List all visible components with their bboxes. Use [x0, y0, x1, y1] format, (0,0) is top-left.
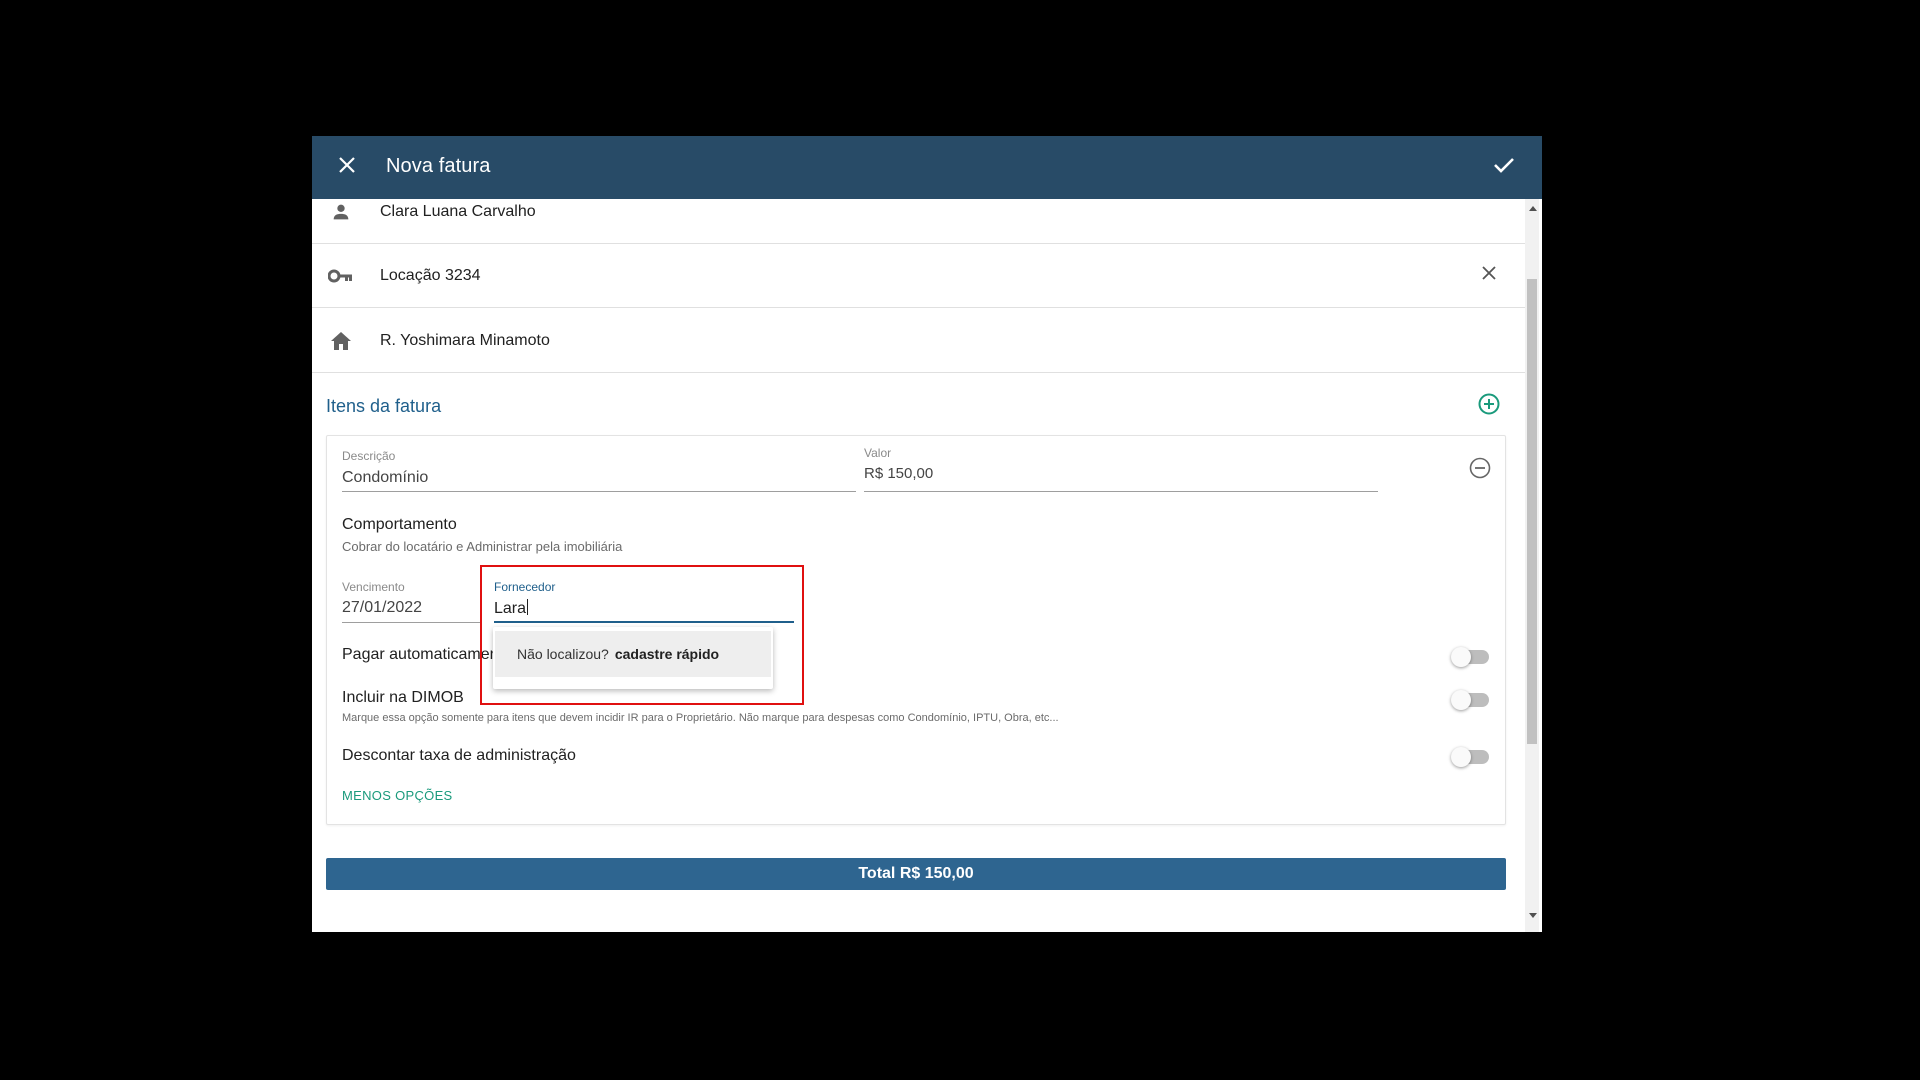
pagar-automaticamente-toggle[interactable]	[1451, 647, 1489, 667]
scrollbar-thumb[interactable]	[1527, 279, 1537, 744]
not-found-question: Não localizou?	[517, 646, 609, 662]
rental-name: Locação 3234	[380, 267, 481, 284]
descricao-underline	[342, 491, 856, 492]
info-row-person: Clara Luana Carvalho	[312, 199, 1525, 244]
close-icon	[338, 156, 356, 179]
confirm-button[interactable]	[1488, 151, 1520, 183]
check-icon	[1493, 156, 1515, 179]
add-item-button[interactable]	[1476, 393, 1502, 419]
fornecedor-value: Lara	[494, 600, 527, 617]
descricao-label: Descrição	[342, 449, 396, 463]
fornecedor-label: Fornecedor	[494, 580, 556, 594]
desconto-taxa-toggle[interactable]	[1451, 747, 1489, 767]
scroll-up-arrow[interactable]	[1529, 206, 1537, 211]
quick-register-link[interactable]: cadastre rápido	[615, 646, 719, 662]
scroll-down-arrow[interactable]	[1529, 913, 1537, 918]
fornecedor-underline	[494, 621, 794, 623]
remove-circle-icon	[1469, 457, 1491, 484]
dialog-title: Nova fatura	[386, 155, 491, 177]
toggle-knob	[1451, 647, 1471, 667]
vencimento-underline	[342, 622, 480, 623]
descricao-input[interactable]: Condomínio	[342, 469, 428, 487]
dimob-toggle[interactable]	[1451, 690, 1489, 710]
quick-register-option[interactable]: Não localizou? cadastre rápido	[495, 631, 771, 677]
home-icon	[326, 326, 356, 356]
dimob-help-text: Marque essa opção somente para itens que…	[342, 712, 1059, 724]
valor-label: Valor	[864, 446, 892, 460]
info-row-rental: Locação 3234	[312, 244, 1525, 308]
valor-underline	[864, 491, 1378, 492]
close-button[interactable]	[332, 152, 362, 182]
dialog-header: Nova fatura	[312, 136, 1542, 199]
fornecedor-dropdown: Não localizou? cadastre rápido	[493, 627, 773, 689]
desconto-taxa-label: Descontar taxa de administração	[342, 747, 576, 764]
dimob-label: Incluir na DIMOB	[342, 689, 464, 706]
comportamento-label[interactable]: Comportamento	[342, 516, 457, 534]
person-icon	[326, 199, 356, 227]
info-row-address: R. Yoshimara Minamoto	[312, 309, 1525, 373]
menos-opcoes-button[interactable]: MENOS OPÇÕES	[342, 788, 453, 803]
vencimento-label: Vencimento	[342, 580, 405, 594]
person-name: Clara Luana Carvalho	[380, 203, 536, 220]
clear-rental-button[interactable]	[1474, 260, 1504, 290]
text-caret	[527, 599, 529, 615]
items-section-title: Itens da fatura	[326, 396, 442, 416]
total-button[interactable]: Total R$ 150,00	[326, 858, 1506, 890]
vencimento-input[interactable]: 27/01/2022	[342, 599, 422, 617]
pagar-automaticamente-label: Pagar automaticamen	[342, 646, 499, 663]
add-circle-icon	[1478, 393, 1500, 420]
comportamento-value[interactable]: Cobrar do locatário e Administrar pela i…	[342, 539, 622, 554]
address-text: R. Yoshimara Minamoto	[380, 332, 550, 349]
toggle-knob	[1451, 747, 1471, 767]
valor-input[interactable]: R$ 150,00	[864, 465, 933, 482]
fornecedor-input[interactable]: Lara	[494, 599, 529, 618]
key-icon	[326, 261, 356, 291]
remove-item-button[interactable]	[1467, 457, 1493, 483]
toggle-knob	[1451, 690, 1471, 710]
close-icon	[1482, 265, 1496, 285]
